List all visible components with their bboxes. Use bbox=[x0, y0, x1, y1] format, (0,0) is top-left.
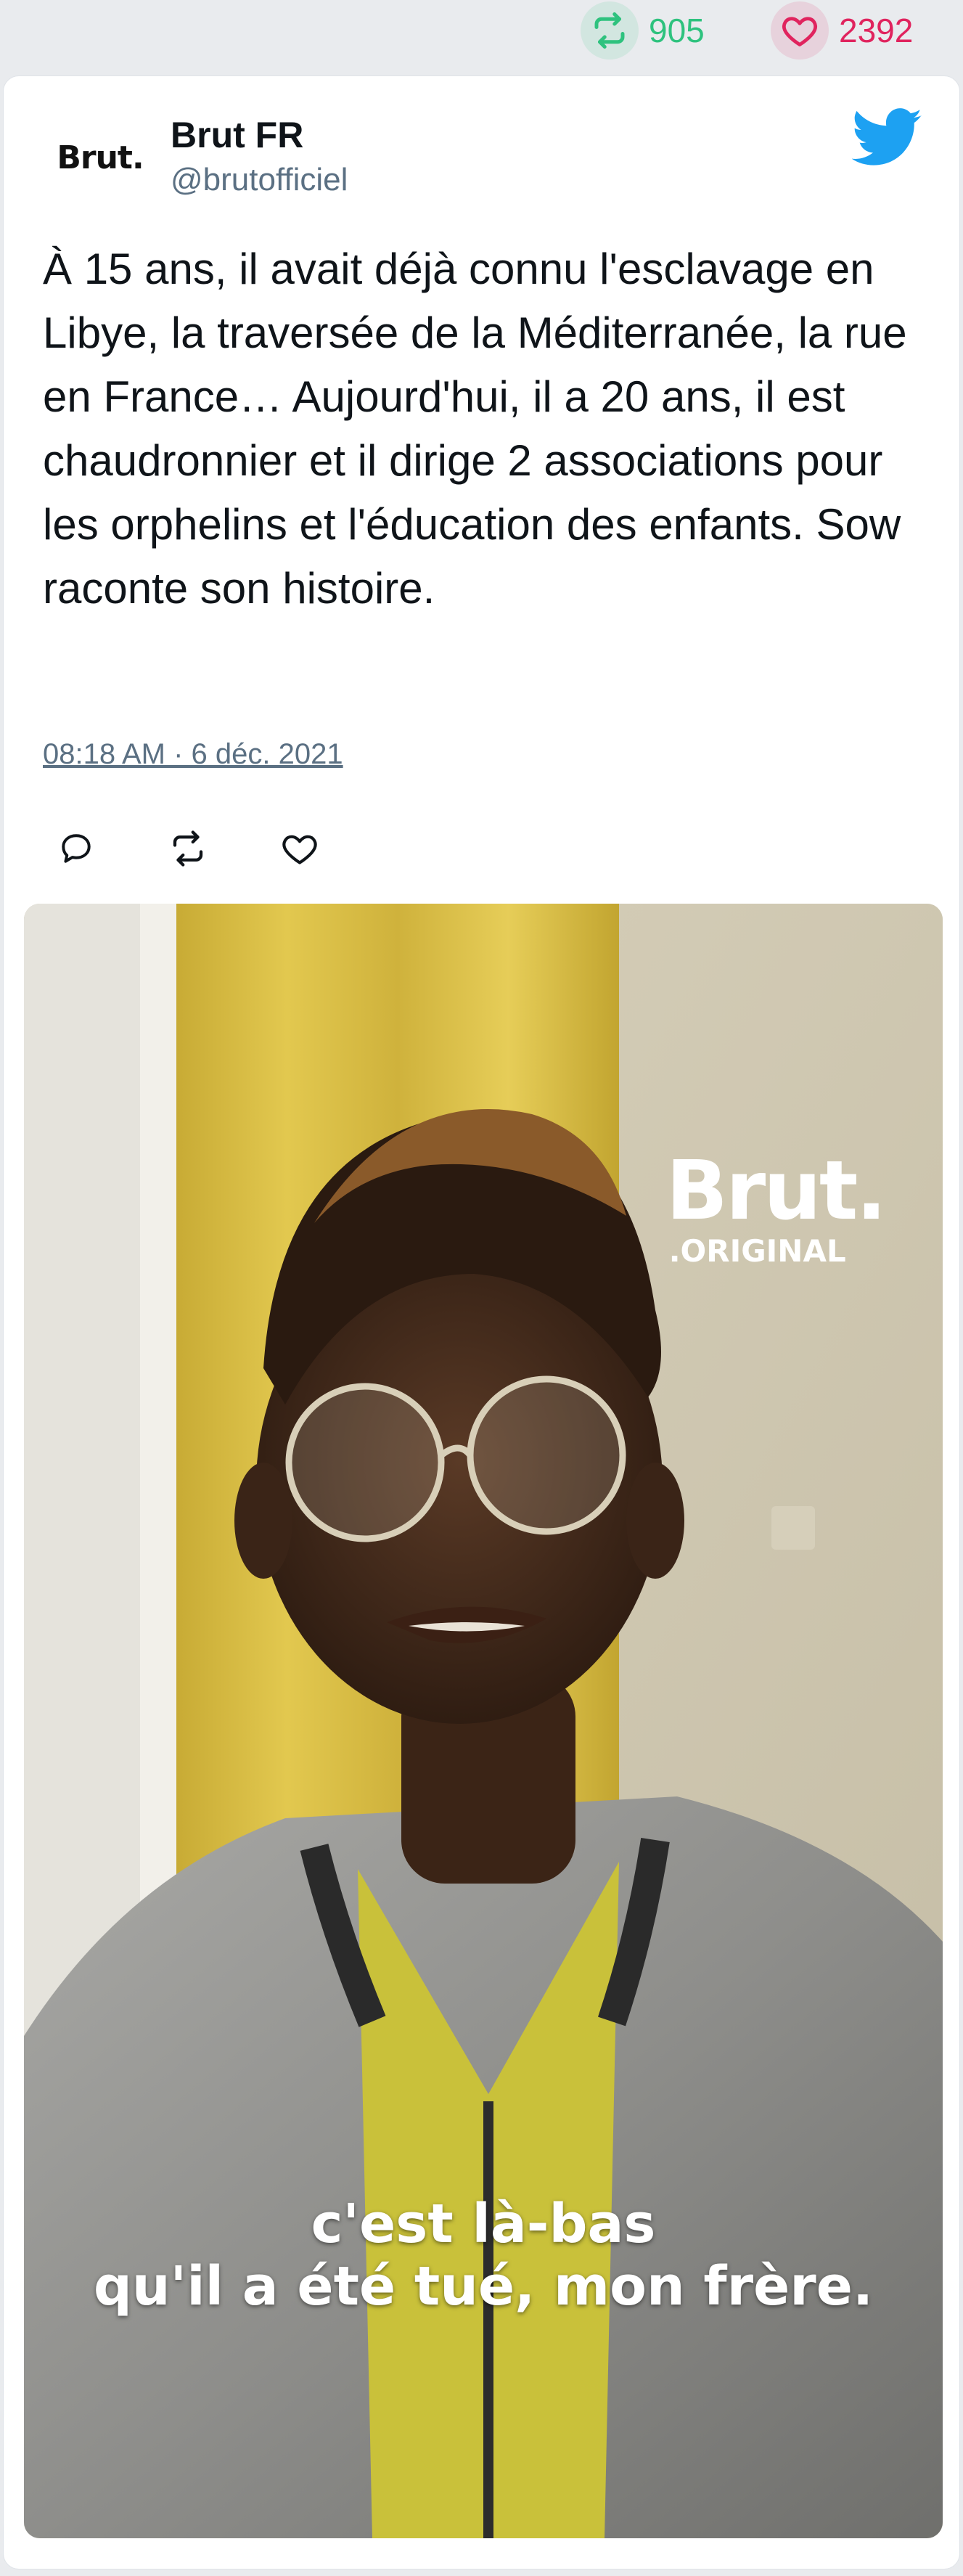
video-subtitle-line-1: c'est là-bas bbox=[311, 2193, 656, 2255]
retweet-count[interactable]: 905 bbox=[581, 0, 705, 61]
tweet-actions bbox=[47, 819, 382, 878]
reply-icon[interactable] bbox=[47, 819, 105, 878]
brut-original-watermark: Brut. .ORIGINAL bbox=[665, 1144, 887, 1269]
twitter-bird-icon[interactable] bbox=[852, 108, 923, 168]
retweet-count-value: 905 bbox=[649, 12, 705, 49]
tweet-timestamp[interactable]: 08:18 AM · 6 déc. 2021 bbox=[43, 738, 343, 771]
tweet-text: À 15 ans, il avait déjà connu l'esclavag… bbox=[43, 245, 907, 613]
author-display-name[interactable]: Brut FR bbox=[171, 114, 303, 156]
video-subtitle-line-2: qu'il a été tué, mon frère. bbox=[93, 2255, 874, 2318]
tweet-video[interactable]: Brut. .ORIGINAL c'est là-bas qu'il a été… bbox=[24, 904, 943, 2538]
like-icon[interactable] bbox=[271, 819, 329, 878]
like-count-value: 2392 bbox=[839, 12, 914, 49]
author-handle[interactable]: @brutofficiel bbox=[171, 162, 348, 198]
tweet-card: Brut. Brut FR @brutofficiel À 15 ans, il… bbox=[3, 75, 960, 2569]
engagement-bar: 905 2392 bbox=[0, 0, 963, 73]
retweet-icon[interactable] bbox=[159, 819, 217, 878]
watermark-logo: Brut. bbox=[665, 1144, 887, 1238]
avatar[interactable]: Brut. bbox=[38, 121, 162, 194]
like-count[interactable]: 2392 bbox=[771, 0, 913, 61]
watermark-original: .ORIGINAL bbox=[668, 1233, 846, 1269]
retweet-icon bbox=[581, 1, 639, 60]
avatar-logo-text: Brut. bbox=[57, 139, 144, 176]
heart-icon bbox=[771, 1, 829, 60]
